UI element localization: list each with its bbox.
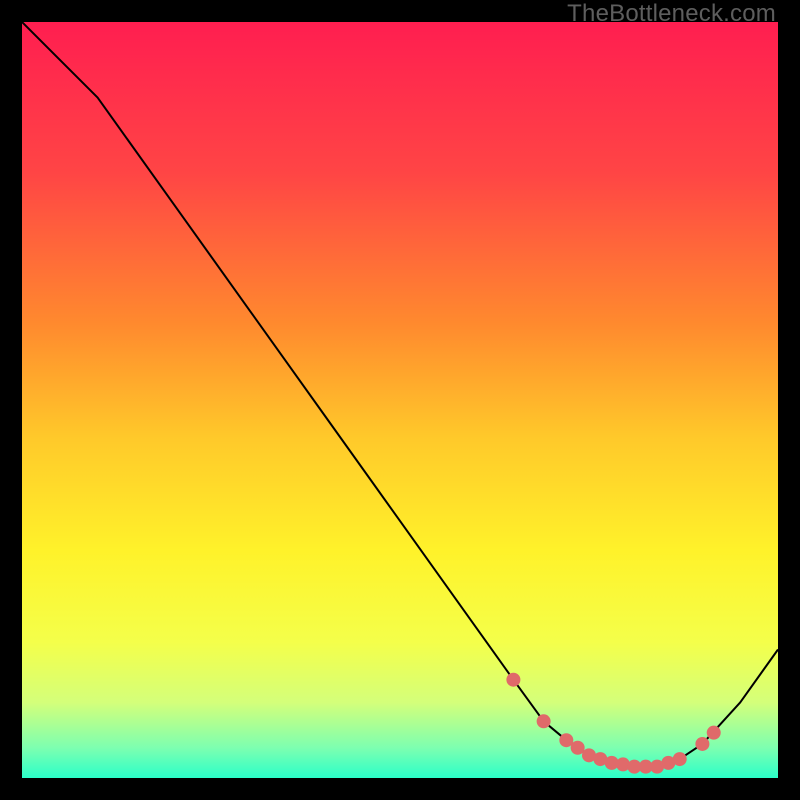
plot-marker-layer (22, 22, 778, 778)
marker-point (506, 673, 520, 687)
watermark-text: TheBottleneck.com (567, 0, 776, 28)
marker-point (707, 726, 721, 740)
marker-point (673, 752, 687, 766)
marker-point (537, 714, 551, 728)
chart-stage: TheBottleneck.com (0, 0, 800, 800)
marker-point (695, 737, 709, 751)
plot-area (22, 22, 778, 778)
